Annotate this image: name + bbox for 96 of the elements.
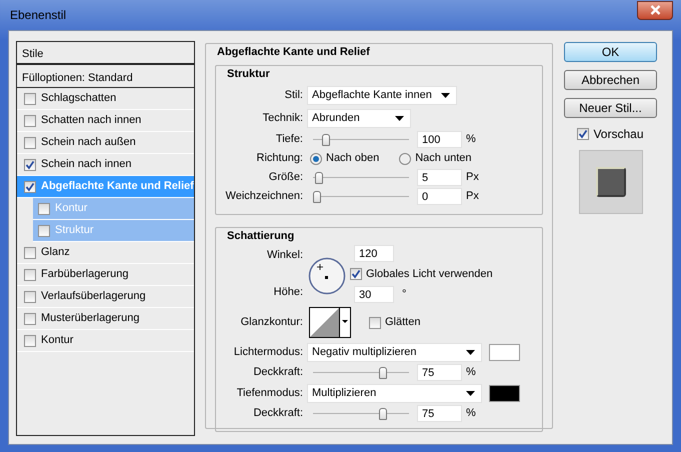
slider-track[interactable] xyxy=(313,190,409,204)
slider-track[interactable] xyxy=(313,406,409,420)
dropdown[interactable]: Multiplizieren xyxy=(307,384,482,402)
item-label: Abgeflachte Kante und Relief xyxy=(41,179,194,194)
close-icon xyxy=(650,5,660,15)
field-label: Deckkraft: xyxy=(252,406,303,422)
number-field[interactable]: 100 xyxy=(417,131,462,148)
number-field[interactable]: 75 xyxy=(417,405,462,422)
slider-thumb[interactable] xyxy=(322,134,330,146)
dialog-button[interactable]: OK xyxy=(564,42,657,62)
dropdown[interactable]: Abgeflachte Kante innen xyxy=(307,86,457,105)
checkbox-label: Vorschau xyxy=(593,126,644,143)
number-field[interactable]: 120 xyxy=(354,244,394,262)
field-label: Tiefe: xyxy=(274,132,303,148)
list-item[interactable]: Farbüberlagerung xyxy=(17,264,194,286)
window-title: Ebenenstil xyxy=(9,7,66,24)
number-field[interactable]: 75 xyxy=(417,364,462,381)
caret-icon xyxy=(466,390,475,396)
list-item[interactable]: Verlaufsüberlagerung xyxy=(17,286,194,308)
number-field[interactable]: 30 xyxy=(354,286,394,303)
list-item[interactable]: Fülloptionen: Standard xyxy=(17,65,194,88)
list-item[interactable]: Musterüberlagerung xyxy=(17,308,194,330)
caret-icon xyxy=(395,116,404,121)
item-label: Schatten nach innen xyxy=(41,113,142,128)
radio-option[interactable]: Nach oben xyxy=(310,150,380,167)
checkbox[interactable] xyxy=(24,334,36,346)
list-item[interactable]: Schein nach außen xyxy=(17,132,194,154)
item-label: Schlagschatten xyxy=(41,91,116,106)
field-label: Richtung: xyxy=(256,151,303,166)
number-field[interactable]: 0 xyxy=(417,188,462,205)
unit-label: % xyxy=(466,132,476,148)
item-label: Farbüberlagerung xyxy=(41,267,128,282)
item-label: Struktur xyxy=(55,223,94,238)
field-label: Winkel: xyxy=(266,248,303,262)
checkbox[interactable] xyxy=(24,268,36,280)
close-button[interactable] xyxy=(637,0,673,20)
dropdown[interactable]: Negativ multiplizieren xyxy=(307,342,482,362)
checkbox[interactable] xyxy=(24,114,36,126)
checkbox[interactable] xyxy=(24,180,36,192)
checkbox-label: Globales Licht verwenden xyxy=(366,266,493,282)
field-label: Tiefenmodus: xyxy=(236,386,303,401)
field-label: Weichzeichnen: xyxy=(225,189,303,204)
slider-thumb[interactable] xyxy=(379,366,387,378)
checkbox[interactable] xyxy=(38,202,50,214)
dialog-button[interactable]: Abbrechen xyxy=(564,70,657,90)
slider-track[interactable] xyxy=(313,170,409,184)
caret-icon xyxy=(466,350,475,354)
checkbox[interactable] xyxy=(24,92,36,104)
field-label: Deckkraft: xyxy=(252,365,303,380)
list-item[interactable]: Kontur xyxy=(17,330,194,352)
list-item[interactable]: Schlagschatten xyxy=(17,88,194,110)
item-label: Kontur xyxy=(41,333,74,348)
number-field[interactable]: 5 xyxy=(417,169,462,186)
unit-label: ° xyxy=(402,287,406,302)
unit-label: Px xyxy=(466,189,479,204)
checkbox[interactable] xyxy=(24,158,36,170)
color-swatch[interactable] xyxy=(489,344,520,360)
item-label: Kontur xyxy=(55,201,88,216)
item-label: Schein nach außen xyxy=(41,135,136,150)
list-item[interactable]: Glanz xyxy=(17,242,194,264)
checkbox[interactable] xyxy=(24,246,36,258)
color-swatch[interactable] xyxy=(489,384,520,402)
unit-label: % xyxy=(466,406,476,422)
field-label: Glanzkontur: xyxy=(240,315,303,330)
unit-label: % xyxy=(466,365,476,380)
item-label: Glanz xyxy=(41,245,70,260)
slider-track[interactable] xyxy=(313,366,409,380)
dropdown[interactable]: Abrunden xyxy=(307,109,411,128)
caret-icon xyxy=(441,93,450,98)
slider-thumb[interactable] xyxy=(314,172,323,184)
field-label: Technik: xyxy=(262,111,303,126)
slider-track[interactable] xyxy=(313,132,409,146)
checkbox[interactable] xyxy=(24,312,36,324)
item-label: Schein nach innen xyxy=(41,157,132,172)
checkbox[interactable] xyxy=(24,136,36,148)
checkbox[interactable] xyxy=(369,316,381,328)
unit-label: Px xyxy=(466,170,479,186)
checkbox[interactable] xyxy=(577,128,590,140)
preview-square-icon xyxy=(596,167,626,197)
panel-header: Stile xyxy=(17,42,194,65)
checkbox-label: Glätten xyxy=(385,315,420,330)
field-label: Größe: xyxy=(268,170,303,186)
field-label: Stil: xyxy=(284,88,303,104)
list-item[interactable]: Schatten nach innen xyxy=(17,110,194,132)
field-label: Höhe: xyxy=(272,285,303,300)
field-label: Lichtermodus: xyxy=(232,344,303,360)
contour-picker[interactable] xyxy=(309,307,351,338)
checkbox[interactable] xyxy=(24,290,36,302)
slider-thumb[interactable] xyxy=(313,190,321,202)
item-label: Verlaufsüberlagerung xyxy=(41,289,146,304)
slider-thumb[interactable] xyxy=(379,408,387,420)
checkbox[interactable] xyxy=(38,224,50,236)
item-label: Musterüberlagerung xyxy=(41,311,140,326)
checkbox[interactable] xyxy=(350,268,362,280)
radio-option[interactable]: Nach unten xyxy=(399,150,472,167)
dialog-button[interactable]: Neuer Stil... xyxy=(564,98,657,118)
